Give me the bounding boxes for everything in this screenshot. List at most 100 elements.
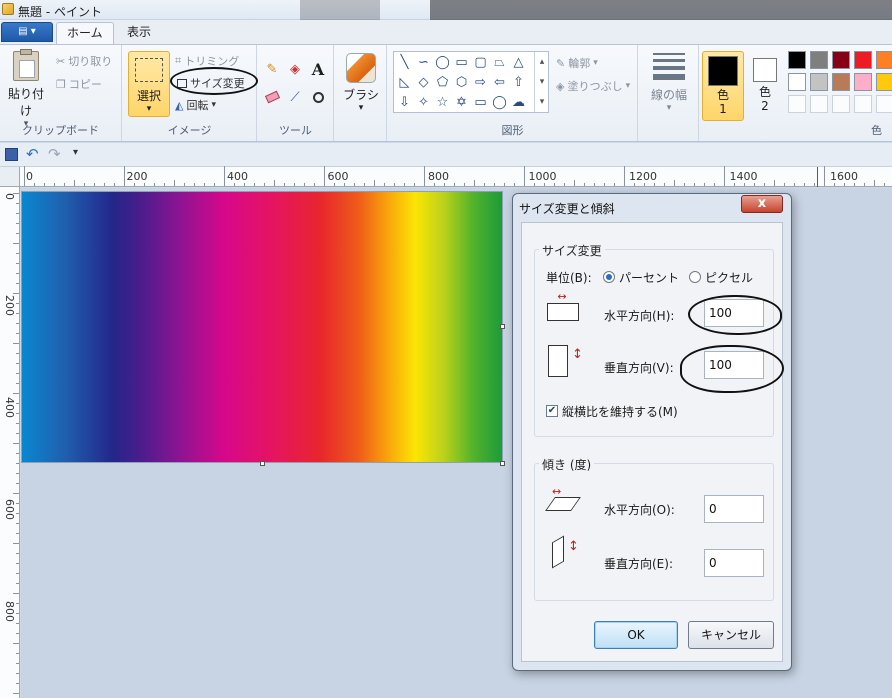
cloud-callout-shape-icon[interactable]: ☁ bbox=[510, 94, 527, 111]
redo-icon[interactable]: ↷ bbox=[48, 145, 61, 163]
shapes-scroll[interactable]: ▴ ▾ ▾ bbox=[534, 52, 549, 112]
hexagon-shape-icon[interactable]: ⬡ bbox=[453, 74, 470, 91]
brush-button[interactable]: ブラシ ▾ bbox=[341, 53, 381, 113]
cancel-button[interactable]: キャンセル bbox=[688, 621, 774, 649]
palette-swatch[interactable] bbox=[854, 73, 872, 91]
unit-pixel-radio[interactable] bbox=[689, 271, 701, 283]
magnifier-tool[interactable] bbox=[308, 87, 328, 107]
outline-button[interactable]: ✎ 輪郭 ▾ bbox=[556, 55, 598, 71]
text-tool[interactable]: A bbox=[308, 59, 328, 79]
palette-swatch-empty[interactable] bbox=[876, 95, 892, 113]
rotate-icon: ◭ bbox=[175, 98, 184, 112]
polygon-shape-icon[interactable]: ⏢ bbox=[491, 54, 508, 71]
resize-handle-bottom[interactable] bbox=[260, 461, 265, 466]
ruler-tick bbox=[13, 343, 19, 344]
right-triangle-shape-icon[interactable]: ◺ bbox=[396, 74, 413, 91]
ruler-label: 800 bbox=[428, 170, 449, 183]
ruler-tick bbox=[16, 253, 19, 254]
copy-label: コピー bbox=[68, 78, 102, 91]
oval-shape-icon[interactable]: ◯ bbox=[434, 54, 451, 71]
color1-button[interactable]: 色 1 bbox=[702, 51, 744, 121]
palette-swatch-empty[interactable] bbox=[854, 95, 872, 113]
ruler-tick bbox=[404, 183, 405, 186]
ruler-tick bbox=[514, 183, 515, 186]
outline-icon: ✎ bbox=[556, 56, 566, 70]
save-icon[interactable] bbox=[5, 148, 18, 161]
copy-button[interactable]: ❐ コピー bbox=[56, 76, 102, 92]
palette-swatch-empty[interactable] bbox=[788, 95, 806, 113]
ruler-tick bbox=[16, 413, 19, 414]
tab-view[interactable]: 表示 bbox=[117, 22, 161, 44]
palette-swatch-empty[interactable] bbox=[832, 95, 850, 113]
down-arrow-shape-icon[interactable]: ⇩ bbox=[396, 94, 413, 111]
ruler-tick bbox=[684, 183, 685, 186]
palette-swatch[interactable] bbox=[788, 73, 806, 91]
callout-oval-shape-icon[interactable]: ◯ bbox=[491, 94, 508, 111]
skew-horizontal-input[interactable] bbox=[704, 495, 764, 523]
callout-rect-shape-icon[interactable]: ▭ bbox=[472, 94, 489, 111]
horizontal-ruler: 0 200 400 600 800 1000 1200 1400 1600 bbox=[20, 166, 892, 187]
ruler-tick bbox=[104, 183, 105, 186]
six-point-star-shape-icon[interactable]: ✡ bbox=[453, 94, 470, 111]
color-picker-tool[interactable]: ⟋ bbox=[285, 87, 305, 107]
four-point-star-shape-icon[interactable]: ✧ bbox=[415, 94, 432, 111]
palette-swatch[interactable] bbox=[810, 73, 828, 91]
palette-swatch[interactable] bbox=[876, 73, 892, 91]
ruler-label: 400 bbox=[227, 170, 248, 183]
customize-toolbar-icon[interactable]: ▾ bbox=[73, 147, 78, 158]
rainbow-gradient-image[interactable] bbox=[22, 192, 502, 462]
pentagon-shape-icon[interactable]: ⬠ bbox=[434, 74, 451, 91]
resize-handle-right[interactable] bbox=[500, 324, 505, 329]
triangle-shape-icon[interactable]: △ bbox=[510, 54, 527, 71]
ruler-tick bbox=[94, 183, 95, 186]
ruler-tick bbox=[644, 183, 645, 186]
unit-percent-radio[interactable] bbox=[603, 271, 615, 283]
unit-pixel-label[interactable]: ピクセル bbox=[705, 269, 753, 286]
ruler-tick bbox=[764, 183, 765, 186]
paste-button[interactable]: 貼り付け ▾ bbox=[4, 49, 48, 129]
five-point-star-shape-icon[interactable]: ☆ bbox=[434, 94, 451, 111]
palette-swatch-empty[interactable] bbox=[810, 95, 828, 113]
curve-shape-icon[interactable]: ∽ bbox=[415, 54, 432, 71]
keep-ratio-checkbox[interactable]: ✔ bbox=[546, 405, 558, 417]
ruler-tick bbox=[154, 183, 155, 186]
file-menu-button[interactable]: ▤ ▾ bbox=[1, 22, 53, 42]
palette-swatch[interactable] bbox=[788, 51, 806, 69]
skew-vertical-input[interactable] bbox=[704, 549, 764, 577]
line-shape-icon[interactable]: ╲ bbox=[396, 54, 413, 71]
palette-swatch[interactable] bbox=[832, 73, 850, 91]
cut-button[interactable]: ✂ 切り取り bbox=[56, 53, 112, 69]
cut-label: 切り取り bbox=[68, 55, 113, 68]
unit-percent-label[interactable]: パーセント bbox=[619, 269, 679, 286]
rotate-button[interactable]: ◭ 回転 ▾ bbox=[175, 97, 216, 113]
fill-tool[interactable]: ◈ bbox=[285, 59, 305, 79]
fill-button[interactable]: ◈ 塗りつぶし ▾ bbox=[556, 78, 630, 94]
crop-icon: ⌗ bbox=[175, 54, 182, 67]
color2-button[interactable]: 色 2 bbox=[746, 51, 784, 121]
size-group: 線の幅 ▾ bbox=[639, 45, 699, 141]
left-arrow-shape-icon[interactable]: ⇦ bbox=[491, 74, 508, 91]
palette-swatch[interactable] bbox=[832, 51, 850, 69]
palette-swatch[interactable] bbox=[810, 51, 828, 69]
skew-fieldset bbox=[534, 463, 774, 601]
resize-handle-corner[interactable] bbox=[500, 461, 505, 466]
tab-home[interactable]: ホーム bbox=[56, 22, 114, 44]
eraser-tool[interactable] bbox=[262, 87, 282, 107]
ruler-label: 800 bbox=[3, 601, 16, 622]
select-button[interactable]: 選択 ▾ bbox=[128, 51, 170, 117]
ruler-tick bbox=[364, 183, 365, 186]
palette-swatch[interactable] bbox=[876, 51, 892, 69]
ruler-tick bbox=[814, 183, 815, 186]
dialog-close-button[interactable]: x bbox=[741, 195, 783, 213]
keep-ratio-label[interactable]: 縦横比を維持する(M) bbox=[562, 403, 678, 420]
right-arrow-shape-icon[interactable]: ⇨ bbox=[472, 74, 489, 91]
diamond-shape-icon[interactable]: ◇ bbox=[415, 74, 432, 91]
rectangle-shape-icon[interactable]: ▭ bbox=[453, 54, 470, 71]
rounded-rectangle-shape-icon[interactable]: ▢ bbox=[472, 54, 489, 71]
undo-icon[interactable]: ↶ bbox=[26, 145, 39, 163]
palette-swatch[interactable] bbox=[854, 51, 872, 69]
pencil-tool[interactable]: ✎ bbox=[262, 59, 282, 79]
size-button[interactable]: 線の幅 ▾ bbox=[647, 53, 691, 113]
up-arrow-shape-icon[interactable]: ⇧ bbox=[510, 74, 527, 91]
ok-button[interactable]: OK bbox=[594, 621, 678, 649]
